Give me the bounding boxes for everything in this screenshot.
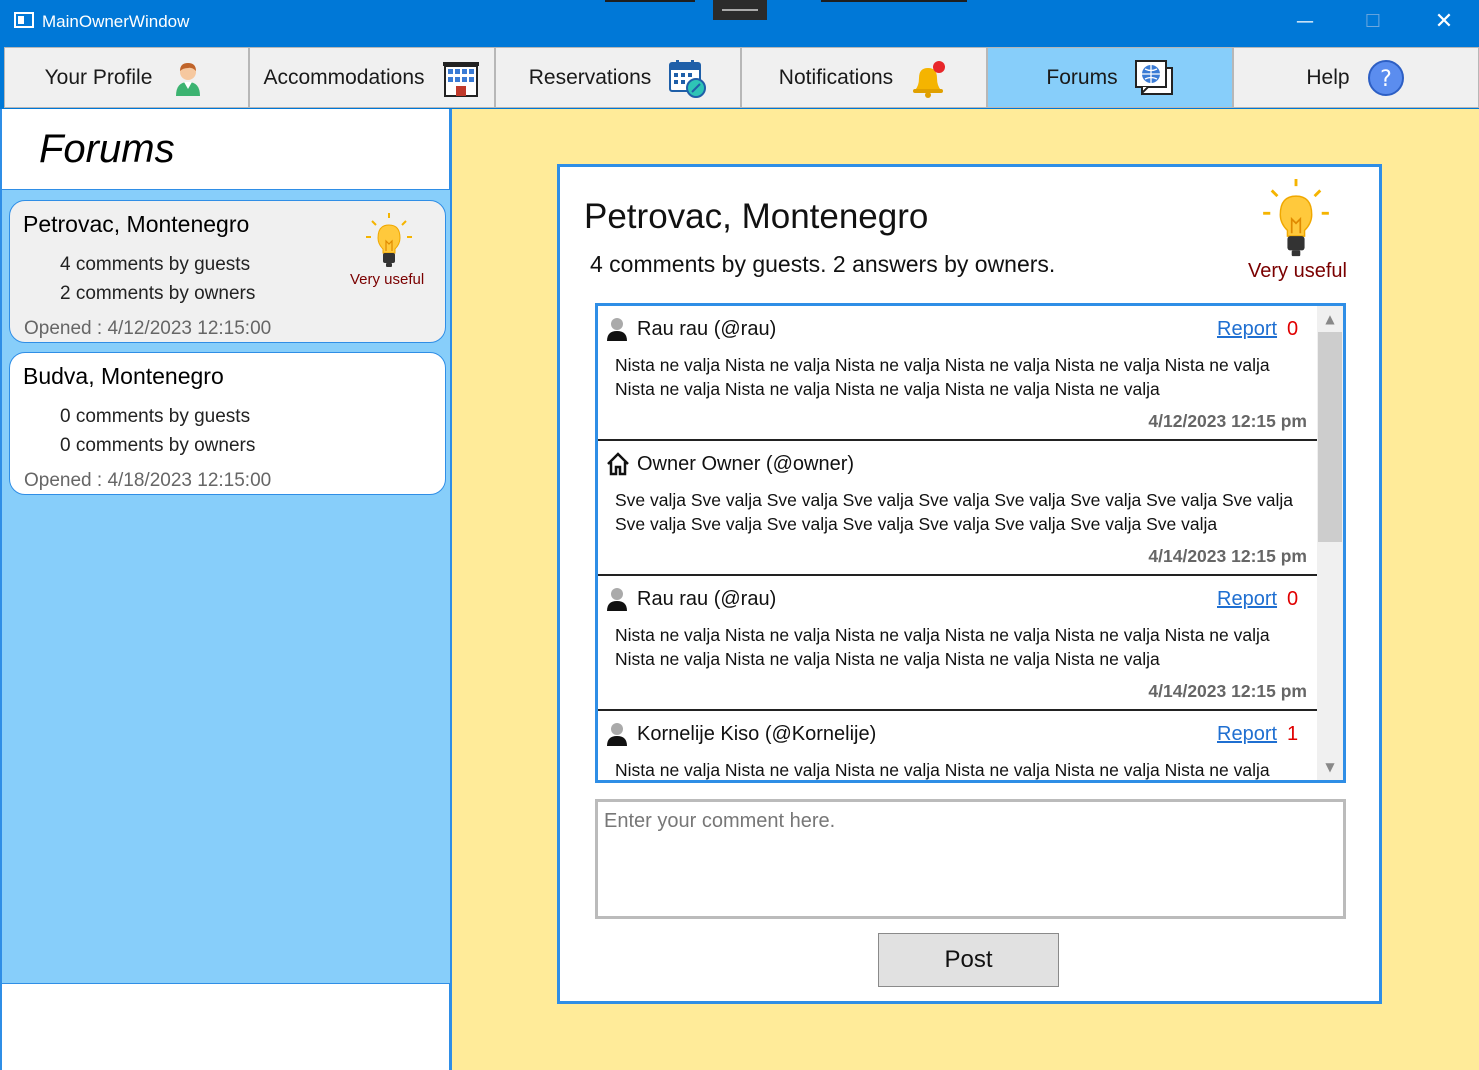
title-bar: MainOwnerWindow — ☐ ✕ bbox=[0, 0, 1479, 46]
forum-card-budva[interactable]: Budva, Montenegro 0 comments by guests 0… bbox=[9, 352, 446, 495]
guest-comment-count: 0 comments by guests bbox=[60, 406, 251, 427]
taskbar-fragment-left bbox=[605, 0, 695, 2]
comments-scrollbar[interactable]: ▲ ▼ bbox=[1317, 306, 1343, 780]
tab-forums[interactable]: Forums bbox=[987, 47, 1233, 108]
help-icon: ? bbox=[1366, 58, 1406, 98]
usefulness-badge: Very useful bbox=[1248, 260, 1347, 282]
forum-icon bbox=[1134, 58, 1174, 98]
comment-author: Rau rau (@rau) bbox=[637, 318, 777, 340]
report-link[interactable]: Report bbox=[1217, 318, 1277, 341]
forum-opened-date: Opened : 4/18/2023 12:15:00 bbox=[24, 470, 272, 491]
tab-notifications[interactable]: Notifications bbox=[741, 47, 987, 108]
forum-card-petrovac[interactable]: Petrovac, Montenegro 4 comments by guest… bbox=[9, 200, 446, 343]
user-avatar-icon bbox=[606, 317, 628, 341]
comment-text: Nista ne valja Nista ne valja Nista ne v… bbox=[615, 625, 1270, 669]
window-title: MainOwnerWindow bbox=[42, 12, 190, 31]
report-link[interactable]: Report bbox=[1217, 723, 1277, 746]
house-icon bbox=[606, 452, 629, 476]
report-count: 1 bbox=[1287, 723, 1299, 745]
sidebar-heading: Forums bbox=[39, 127, 175, 171]
report-count: 0 bbox=[1287, 588, 1299, 610]
comment-date: 4/12/2023 12:15 pm bbox=[1148, 411, 1307, 431]
scroll-down-arrow-icon[interactable]: ▼ bbox=[1317, 754, 1343, 780]
forum-list[interactable]: Petrovac, Montenegro 4 comments by guest… bbox=[2, 189, 450, 984]
forum-opened-date: Opened : 4/12/2023 12:15:00 bbox=[24, 318, 272, 339]
comment-author: Kornelije Kiso (@Kornelije) bbox=[637, 723, 877, 745]
comment-date: 4/14/2023 12:15 pm bbox=[1148, 681, 1307, 701]
comment-text: Nista ne valja Nista ne valja Nista ne v… bbox=[615, 760, 1270, 780]
user-avatar-icon bbox=[606, 722, 628, 746]
person-icon bbox=[168, 58, 208, 98]
comment-date: 4/14/2023 12:15 pm bbox=[1148, 546, 1307, 566]
building-icon bbox=[441, 58, 481, 98]
tab-label: Help bbox=[1306, 65, 1350, 89]
snap-layout-handle[interactable] bbox=[713, 0, 767, 20]
lightbulb-icon bbox=[1260, 179, 1332, 259]
comment-text: Nista ne valja Nista ne valja Nista ne v… bbox=[615, 355, 1270, 399]
minimize-button[interactable]: — bbox=[1269, 0, 1341, 46]
owner-comment-count: 0 comments by owners bbox=[60, 435, 256, 456]
calendar-icon bbox=[667, 58, 707, 98]
report-count: 0 bbox=[1287, 318, 1299, 340]
tab-reservations[interactable]: Reservations bbox=[495, 47, 741, 108]
forums-sidebar: Forums Petrovac, Montenegro 4 comments b… bbox=[0, 109, 452, 1070]
tab-accommodations[interactable]: Accommodations bbox=[249, 47, 495, 108]
close-button[interactable]: ✕ bbox=[1408, 0, 1479, 46]
scroll-up-arrow-icon[interactable]: ▲ bbox=[1317, 306, 1343, 332]
comment-item: Rau rau (@rau) Report 0 Nista ne valja N… bbox=[598, 576, 1317, 711]
report-link[interactable]: Report bbox=[1217, 588, 1277, 611]
owner-comment-count: 2 comments by owners bbox=[60, 283, 256, 304]
svg-text:?: ? bbox=[1380, 67, 1392, 92]
scrollbar-thumb[interactable] bbox=[1318, 332, 1342, 542]
tab-help[interactable]: Help ? bbox=[1233, 47, 1479, 108]
forum-title: Petrovac, Montenegro bbox=[23, 211, 250, 237]
forum-detail-card: Petrovac, Montenegro 4 comments by guest… bbox=[557, 164, 1382, 1004]
forum-detail-title: Petrovac, Montenegro bbox=[584, 197, 929, 236]
forum-detail-summary: 4 comments by guests. 2 answers by owner… bbox=[590, 251, 1056, 277]
tab-label: Reservations bbox=[528, 65, 652, 89]
post-button[interactable]: Post bbox=[878, 933, 1059, 987]
taskbar-fragment-right bbox=[821, 0, 967, 2]
comment-author: Owner Owner (@owner) bbox=[637, 453, 855, 475]
comment-item: Kornelije Kiso (@Kornelije) Report 1 Nis… bbox=[598, 711, 1317, 780]
tab-your-profile[interactable]: Your Profile bbox=[4, 47, 249, 108]
tab-label: Forums bbox=[1046, 65, 1118, 89]
comment-input[interactable] bbox=[595, 799, 1346, 919]
comment-item: Owner Owner (@owner) Sve valja Sve valja… bbox=[598, 441, 1317, 576]
forum-content-area: Petrovac, Montenegro 4 comments by guest… bbox=[452, 109, 1479, 1070]
forum-title: Budva, Montenegro bbox=[23, 363, 224, 389]
app-window-icon bbox=[14, 12, 34, 28]
main-navigation: Your Profile Accommodations Reservations… bbox=[0, 46, 1479, 109]
comment-item: Rau rau (@rau) Report 0 Nista ne valja N… bbox=[598, 306, 1317, 441]
tab-label: Accommodations bbox=[263, 65, 425, 89]
bell-icon bbox=[909, 58, 949, 98]
tab-label: Notifications bbox=[778, 65, 894, 89]
lightbulb-icon bbox=[364, 213, 414, 269]
guest-comment-count: 4 comments by guests bbox=[60, 254, 251, 275]
user-avatar-icon bbox=[606, 587, 628, 611]
tab-label: Your Profile bbox=[44, 65, 153, 89]
comment-text: Sve valja Sve valja Sve valja Sve valja … bbox=[615, 490, 1293, 534]
comment-author: Rau rau (@rau) bbox=[637, 588, 777, 610]
usefulness-badge: Very useful bbox=[350, 271, 425, 288]
comments-list[interactable]: Rau rau (@rau) Report 0 Nista ne valja N… bbox=[595, 303, 1346, 783]
maximize-button[interactable]: ☐ bbox=[1337, 0, 1409, 46]
